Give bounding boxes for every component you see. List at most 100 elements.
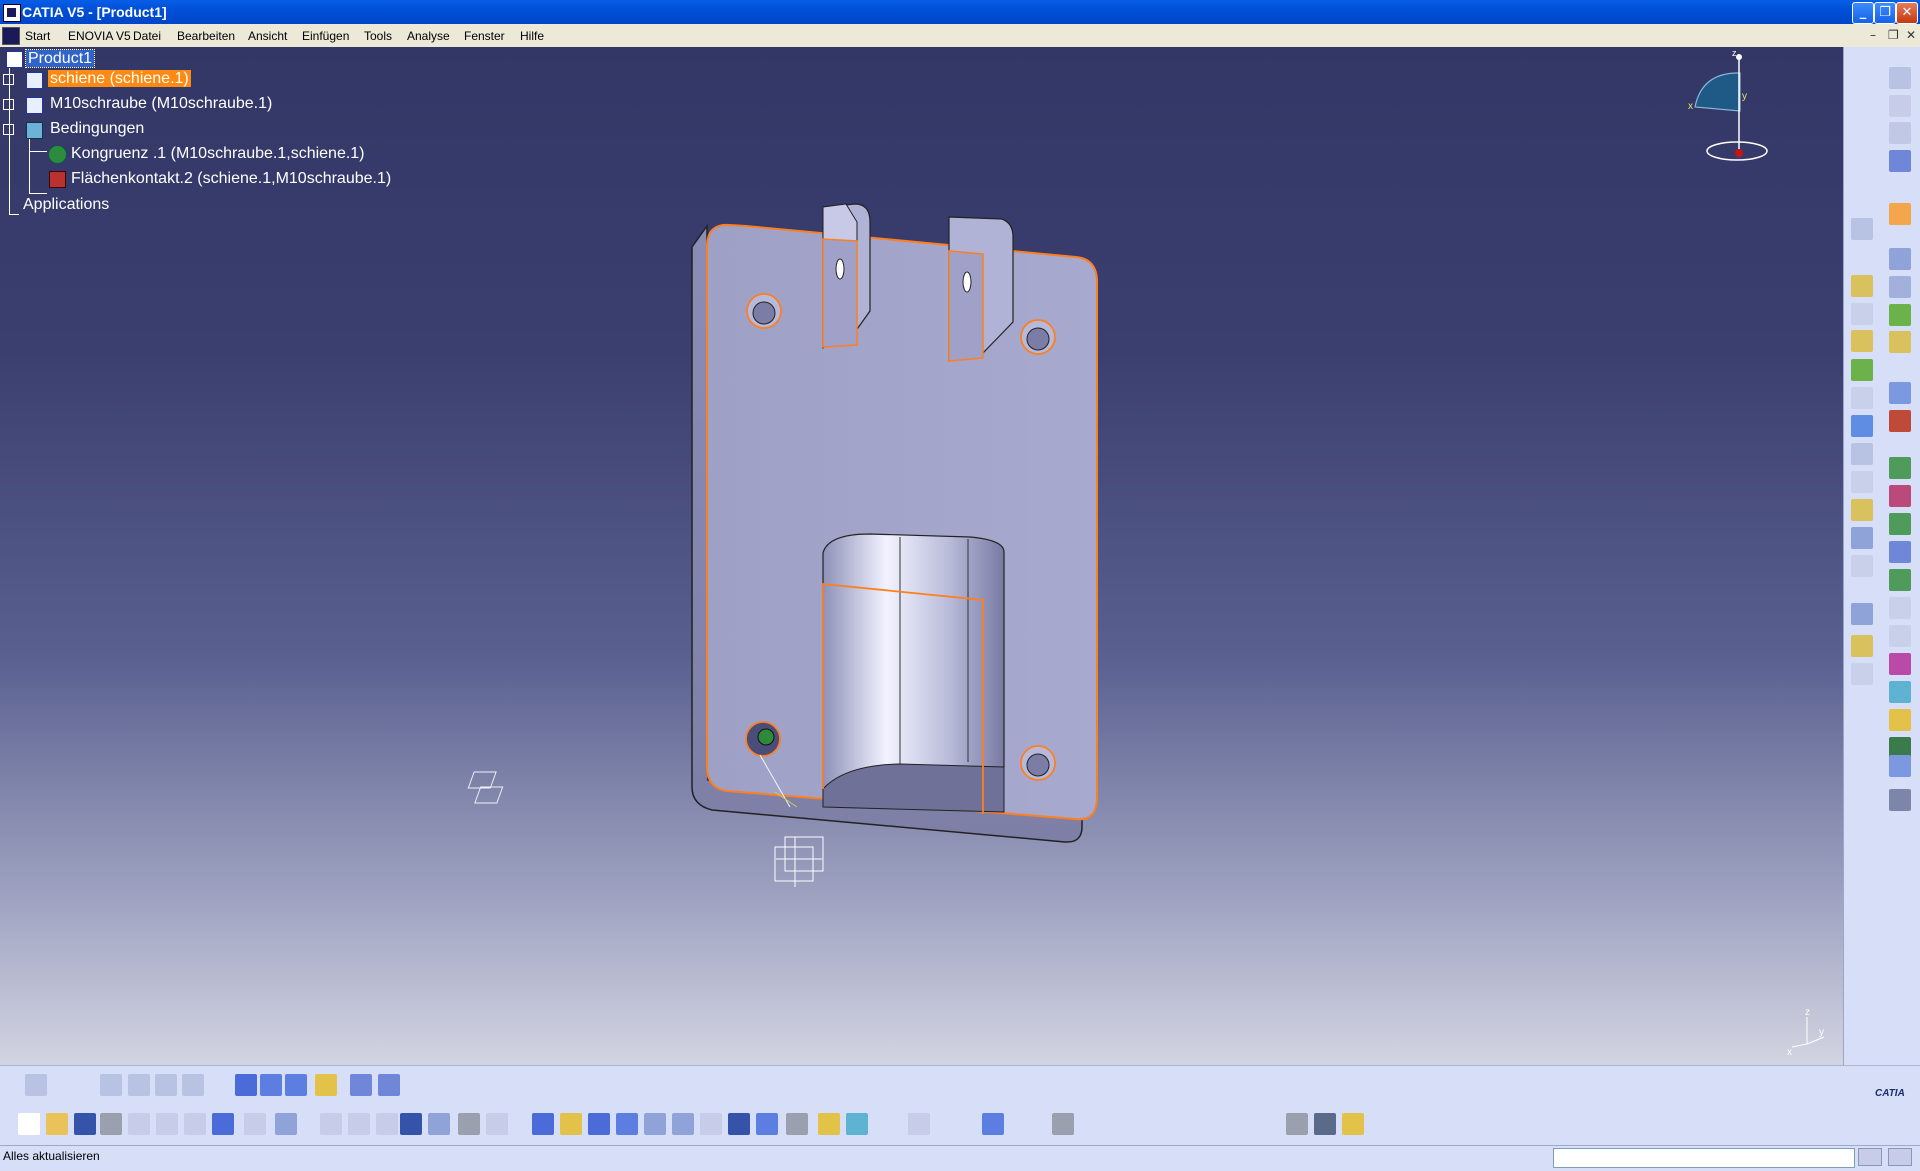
surface-icon[interactable] (285, 1074, 307, 1096)
cube-view-icon[interactable] (1889, 150, 1911, 172)
save-icon[interactable] (74, 1113, 96, 1135)
menu-bearbeiten[interactable]: Bearbeiten (177, 29, 235, 43)
menu-hilfe[interactable]: Hilfe (520, 29, 544, 43)
fly-icon[interactable] (532, 1113, 554, 1135)
pan-icon[interactable] (588, 1113, 610, 1135)
fast-instantiate-icon[interactable] (155, 1074, 177, 1096)
restore-button[interactable]: ❐ (1874, 2, 1896, 24)
change-constraint-icon[interactable] (1889, 569, 1911, 591)
compass-icon[interactable]: z x y (1680, 47, 1800, 167)
menu-datei[interactable]: Datei (133, 29, 161, 43)
command-cancel-button[interactable] (1888, 1148, 1912, 1166)
reuse-pattern-icon[interactable] (100, 1074, 122, 1096)
product-icon[interactable] (1851, 275, 1873, 297)
update-icon[interactable] (1889, 597, 1911, 619)
graph-icon[interactable] (428, 1113, 450, 1135)
normal-view-icon[interactable] (700, 1113, 722, 1135)
redo-icon[interactable] (244, 1113, 266, 1135)
offset-icon[interactable] (1889, 485, 1911, 507)
menu-start[interactable]: Start (25, 29, 50, 43)
bill-of-material-icon[interactable] (1851, 635, 1873, 657)
multi-instantiate-icon[interactable] (1851, 387, 1873, 409)
print-icon[interactable] (100, 1113, 122, 1135)
open-icon[interactable] (46, 1113, 68, 1135)
zoom-out-icon[interactable] (672, 1113, 694, 1135)
symmetry-icon[interactable] (1889, 789, 1911, 811)
iso-view-icon[interactable] (378, 1074, 400, 1096)
select-arrow-icon[interactable] (1889, 203, 1911, 225)
knowledge-icon[interactable] (348, 1113, 370, 1135)
clash-icon[interactable] (1851, 663, 1873, 685)
doc-minimize-button[interactable]: – (1870, 28, 1876, 42)
whats-this-icon[interactable] (275, 1113, 297, 1135)
surface-icon[interactable] (982, 1113, 1004, 1135)
menu-analyse[interactable]: Analyse (407, 29, 450, 43)
copy-icon[interactable] (156, 1113, 178, 1135)
existing-component-icon[interactable] (1851, 303, 1873, 325)
menu-ansicht[interactable]: Ansicht (248, 29, 287, 43)
annotation-icon[interactable] (1889, 95, 1911, 117)
point-icon[interactable] (235, 1074, 257, 1096)
explode-icon[interactable] (1851, 443, 1873, 465)
command-history-button[interactable] (1858, 1148, 1882, 1166)
view-mode-icon[interactable] (786, 1113, 808, 1135)
curve-icon[interactable] (260, 1074, 282, 1096)
update-icon[interactable] (25, 1074, 47, 1096)
extract-icon[interactable] (315, 1074, 337, 1096)
reuse-pattern-icon[interactable] (1851, 603, 1873, 625)
print-device-icon[interactable] (1052, 1113, 1074, 1135)
angle-icon[interactable] (1851, 499, 1873, 521)
sketch-icon[interactable] (1889, 122, 1911, 144)
sectioning-icon[interactable] (1889, 653, 1911, 675)
sections-icon[interactable] (1286, 1113, 1308, 1135)
replace-icon[interactable] (1889, 304, 1911, 326)
rotate-icon[interactable] (616, 1113, 638, 1135)
contact-icon[interactable] (1851, 471, 1873, 493)
reorder-icon[interactable] (1889, 331, 1911, 353)
light-icon[interactable] (376, 1113, 398, 1135)
new-icon[interactable] (18, 1113, 40, 1135)
3d-viewport[interactable]: Product1 schiene (schiene.1) M10schraube… (0, 47, 1843, 1065)
coincidence-icon[interactable] (1889, 457, 1911, 479)
iso-view-icon[interactable] (756, 1113, 778, 1135)
menu-fenster[interactable]: Fenster (464, 29, 505, 43)
scenes-icon[interactable] (1889, 625, 1911, 647)
swap-visible-icon[interactable] (846, 1113, 868, 1135)
menu-einfuegen[interactable]: Einfügen (302, 29, 349, 43)
fit-all-icon[interactable] (560, 1113, 582, 1135)
catalog-icon[interactable] (1889, 248, 1911, 270)
mouse-icon[interactable] (1342, 1113, 1364, 1135)
measure-inertia-icon[interactable] (458, 1113, 480, 1135)
doc-close-button[interactable]: ✕ (1906, 28, 1916, 42)
minimize-button[interactable]: _ (1852, 2, 1874, 24)
graph-tree-icon[interactable] (1851, 330, 1873, 352)
component-icon[interactable] (1851, 218, 1873, 240)
catalog-browser-icon[interactable] (486, 1113, 508, 1135)
close-button[interactable]: ✕ (1896, 2, 1918, 24)
catia-app-icon[interactable] (3, 4, 21, 22)
rail-part-schiene[interactable] (691, 203, 1098, 843)
formula-icon[interactable] (320, 1113, 342, 1135)
menu-enovia[interactable]: ENOVIA V5 (68, 29, 131, 43)
fix-icon[interactable] (1889, 513, 1911, 535)
quick-constraint-icon[interactable] (1889, 541, 1911, 563)
numbering-icon[interactable] (1851, 359, 1873, 381)
table-icon[interactable] (400, 1113, 422, 1135)
fix-together-icon[interactable] (1851, 527, 1873, 549)
menu-tools[interactable]: Tools (364, 29, 392, 43)
command-input[interactable] (1553, 1148, 1855, 1168)
zoom-in-icon[interactable] (644, 1113, 666, 1135)
part-icon[interactable] (1889, 276, 1911, 298)
document-menu-icon[interactable] (2, 27, 20, 45)
cube-view-icon[interactable] (350, 1074, 372, 1096)
distance-icon[interactable] (1889, 681, 1911, 703)
shading-icon[interactable] (1314, 1113, 1336, 1135)
hide-show-icon[interactable] (818, 1113, 840, 1135)
undo-icon[interactable] (212, 1113, 234, 1135)
multi-view-icon[interactable] (728, 1113, 750, 1135)
scenes-icon[interactable] (182, 1074, 204, 1096)
move-icon[interactable] (1851, 415, 1873, 437)
model-canvas[interactable] (0, 47, 1843, 1065)
pocket-icon[interactable] (1889, 755, 1911, 777)
snap-icon[interactable] (1889, 410, 1911, 432)
